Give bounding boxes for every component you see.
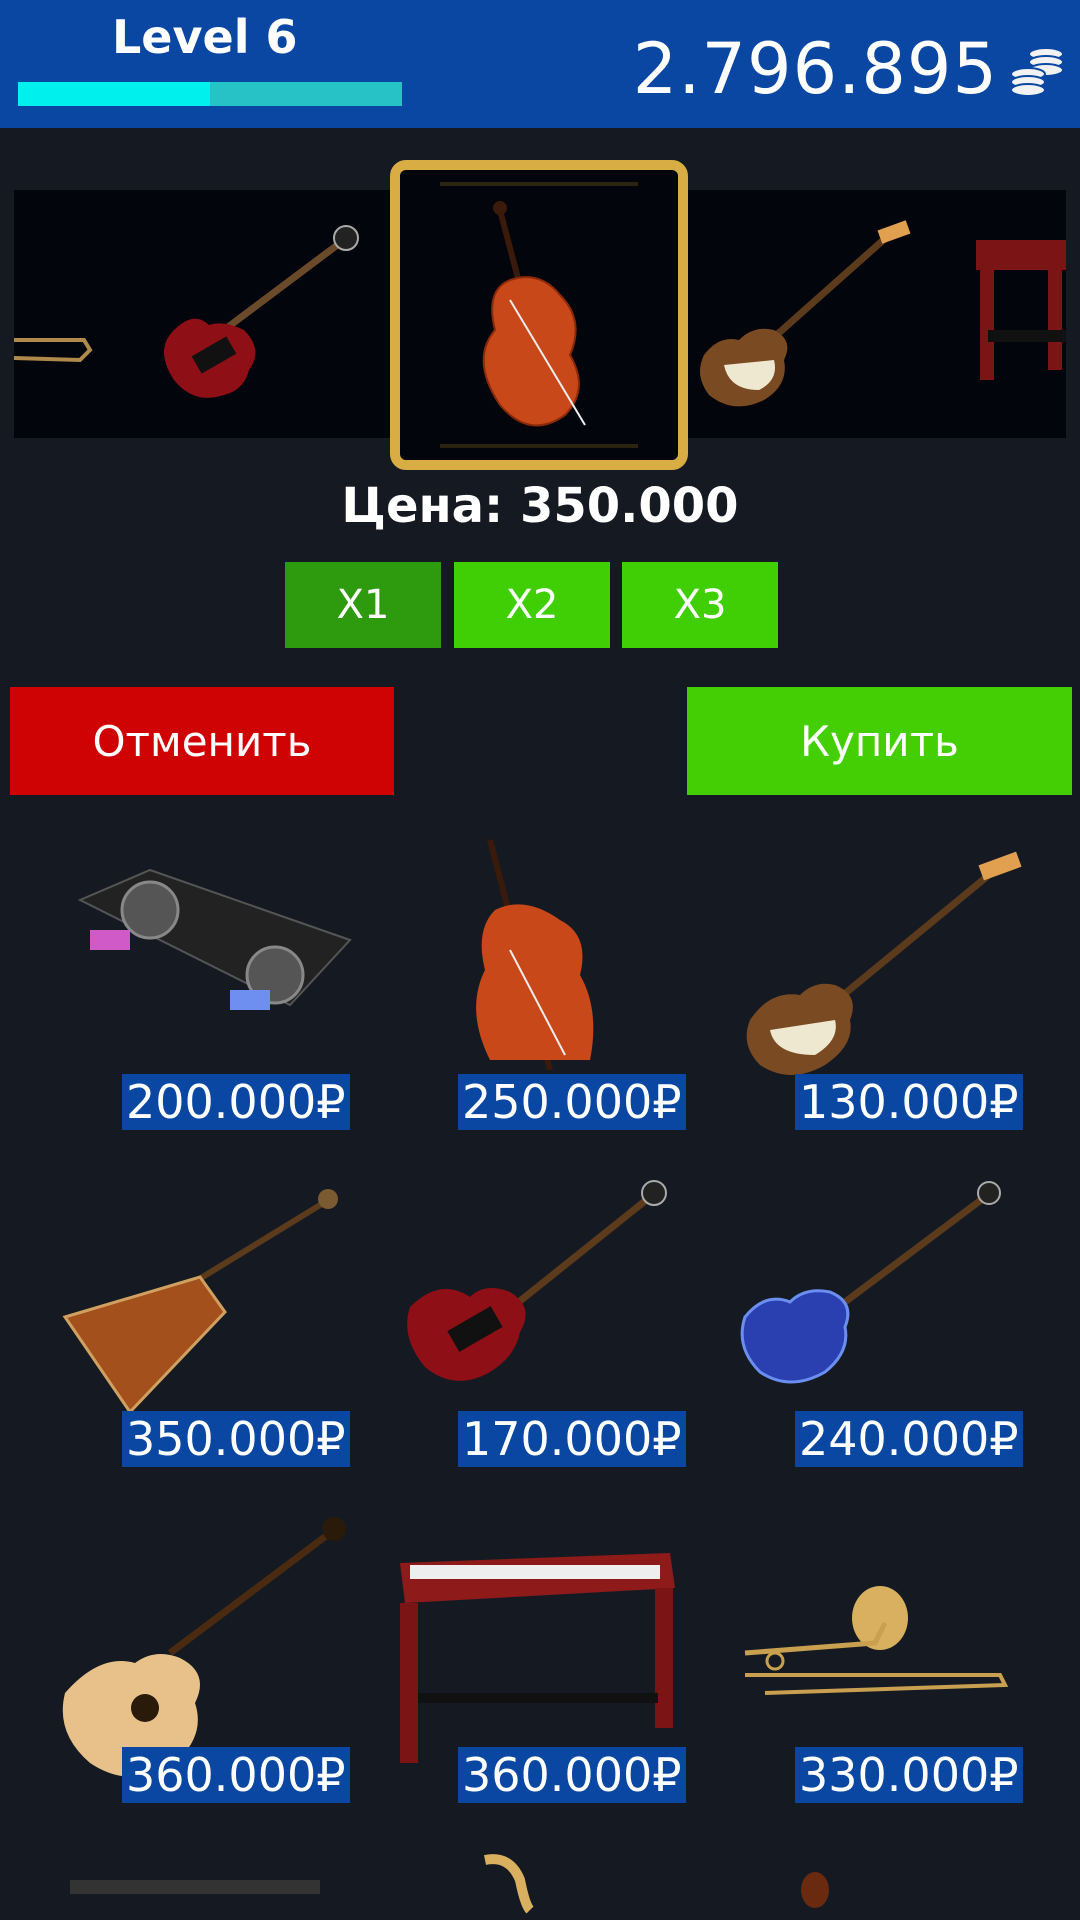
violin-icon <box>801 1872 829 1908</box>
shop-item-partial[interactable] <box>400 1840 720 1920</box>
selected-price-label: Цена: 350.000 <box>341 478 739 534</box>
shop-item-double-bass[interactable]: 250.000₽ <box>400 830 720 1130</box>
xp-progress-bar <box>18 82 402 106</box>
acoustic-guitar-icon <box>62 1517 346 1777</box>
top-bar: Level 6 2.796.895 <box>0 0 1080 128</box>
bass-guitar-icon <box>746 851 1022 1075</box>
multiplier-x3-button[interactable]: X3 <box>622 562 778 648</box>
flying-v-guitar-icon <box>62 1189 338 1415</box>
shop-item-red-sg-guitar[interactable]: 170.000₽ <box>400 1167 720 1467</box>
carousel-item-bass-guitar[interactable] <box>700 220 911 407</box>
double-bass-icon <box>482 201 586 427</box>
shop-item-bass-guitar[interactable]: 130.000₽ <box>735 830 1055 1130</box>
instrument-icon <box>70 1880 320 1894</box>
shop-item-blue-les-paul-guitar[interactable]: 240.000₽ <box>735 1167 1055 1467</box>
carousel-item-red-guitar[interactable] <box>164 225 359 398</box>
item-price: 350.000₽ <box>122 1411 350 1467</box>
shop-item-partial[interactable] <box>735 1840 1055 1920</box>
shop-item-acoustic-guitar[interactable]: 360.000₽ <box>60 1503 380 1803</box>
item-price: 360.000₽ <box>458 1747 686 1803</box>
item-price: 130.000₽ <box>795 1074 1023 1130</box>
item-price: 240.000₽ <box>795 1411 1023 1467</box>
coin-balance: 2.796.895 <box>632 28 998 110</box>
xp-progress-fill <box>18 82 210 106</box>
blue-guitar-icon <box>740 1181 1001 1384</box>
shop-item-dj-controller[interactable]: 200.000₽ <box>60 830 380 1130</box>
digital-piano-icon <box>400 1553 675 1763</box>
trombone-icon <box>744 1586 1009 1695</box>
shop-item-partial[interactable] <box>60 1860 380 1920</box>
saxophone-icon <box>484 1854 534 1914</box>
carousel-item-piano[interactable] <box>976 240 1066 380</box>
item-price: 250.000₽ <box>458 1074 686 1130</box>
multiplier-x1-button[interactable]: X1 <box>285 562 441 648</box>
double-bass-icon <box>476 839 594 1071</box>
cancel-button[interactable]: Отменить <box>10 687 394 795</box>
coins-stack-icon <box>1010 47 1064 97</box>
selected-item-frame[interactable] <box>390 160 688 470</box>
item-price: 330.000₽ <box>795 1747 1023 1803</box>
shop-item-trombone[interactable]: 330.000₽ <box>735 1503 1055 1803</box>
dj-controller-icon <box>77 868 352 1010</box>
buy-button[interactable]: Купить <box>687 687 1072 795</box>
item-price: 200.000₽ <box>122 1074 350 1130</box>
multiplier-x2-button[interactable]: X2 <box>454 562 610 648</box>
item-price: 170.000₽ <box>458 1411 686 1467</box>
carousel-item-trombone[interactable] <box>14 338 93 363</box>
red-guitar-icon <box>407 1180 667 1381</box>
shop-item-flying-v-guitar[interactable]: 350.000₽ <box>60 1167 380 1467</box>
shop-item-digital-piano[interactable]: 360.000₽ <box>400 1503 720 1803</box>
level-label: Level 6 <box>112 10 298 64</box>
item-price: 360.000₽ <box>122 1747 350 1803</box>
